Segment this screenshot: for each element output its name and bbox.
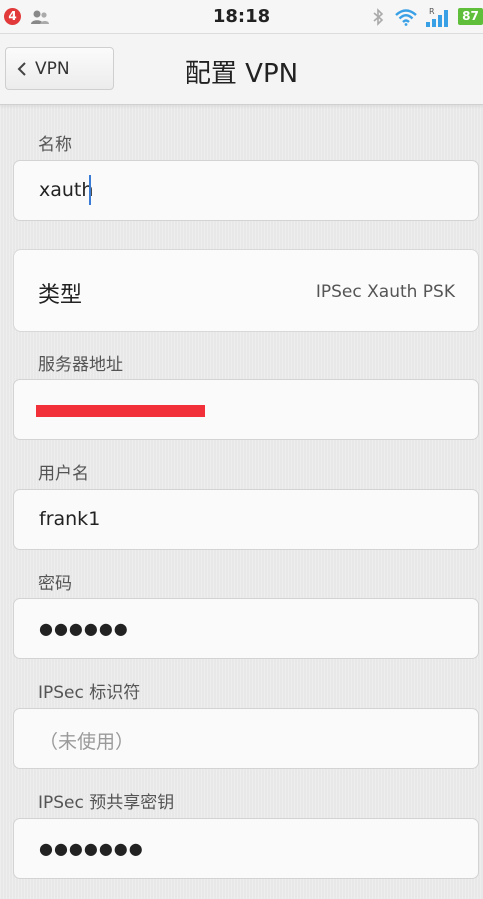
battery-indicator: 87 — [458, 8, 483, 25]
type-label: 类型 — [38, 283, 83, 308]
page-title: 配置 VPN — [184, 59, 299, 89]
ipsec-psk-field[interactable]: ●●●●●●● — [13, 818, 479, 879]
ipsec-id-label: IPSec 标识符 — [38, 683, 141, 703]
signal-roaming-tag: R — [429, 7, 435, 16]
name-field[interactable]: xauth — [13, 160, 479, 221]
type-value: IPSec Xauth PSK — [315, 282, 455, 302]
bluetooth-icon — [373, 8, 384, 26]
status-bar: 4 18:18 R 87 — [0, 0, 483, 34]
ipsec-id-placeholder: （未使用） — [39, 731, 135, 753]
username-value: frank1 — [39, 508, 101, 530]
server-address-field[interactable] — [13, 379, 479, 440]
name-value: xauth — [39, 179, 94, 201]
vpn-type-selector[interactable]: 类型 IPSec Xauth PSK — [13, 249, 479, 332]
server-label: 服务器地址 — [38, 355, 123, 375]
signal-icon: R — [426, 7, 448, 27]
ipsec-psk-value: ●●●●●●● — [39, 839, 144, 858]
wifi-icon — [395, 9, 417, 26]
password-value: ●●●●●● — [39, 619, 129, 638]
password-field[interactable]: ●●●●●● — [13, 598, 479, 659]
username-label: 用户名 — [38, 464, 89, 484]
title-bar: VPN 配置 VPN — [0, 34, 483, 105]
name-label: 名称 — [38, 135, 72, 155]
ipsec-id-field[interactable]: （未使用） — [13, 708, 479, 769]
username-field[interactable]: frank1 — [13, 489, 479, 550]
redaction-mark — [36, 405, 205, 417]
ipsec-psk-label: IPSec 预共享密钥 — [38, 793, 175, 813]
password-label: 密码 — [38, 574, 72, 594]
text-cursor — [89, 175, 91, 205]
